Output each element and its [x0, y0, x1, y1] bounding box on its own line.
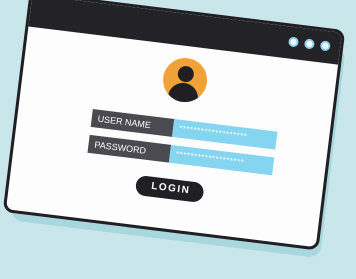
avatar	[160, 55, 210, 105]
login-window: USER NAME ******************* PASSWORD *…	[2, 0, 346, 251]
login-content: USER NAME ******************* PASSWORD *…	[6, 27, 338, 248]
window-controls	[287, 36, 331, 52]
password-input[interactable]: *******************	[168, 144, 275, 176]
username-input[interactable]: *******************	[172, 119, 278, 150]
scene: USER NAME ******************* PASSWORD *…	[0, 0, 356, 279]
login-button[interactable]: LOGIN	[134, 174, 205, 204]
password-label: PASSWORD	[87, 134, 172, 163]
window-control-dot-icon[interactable]	[287, 36, 300, 48]
window-control-dot-icon[interactable]	[319, 40, 331, 52]
username-label: USER NAME	[90, 109, 175, 137]
user-avatar-icon	[160, 55, 210, 105]
avatar-head	[176, 65, 195, 84]
window-control-dot-icon[interactable]	[303, 38, 315, 50]
avatar-body	[166, 81, 200, 105]
